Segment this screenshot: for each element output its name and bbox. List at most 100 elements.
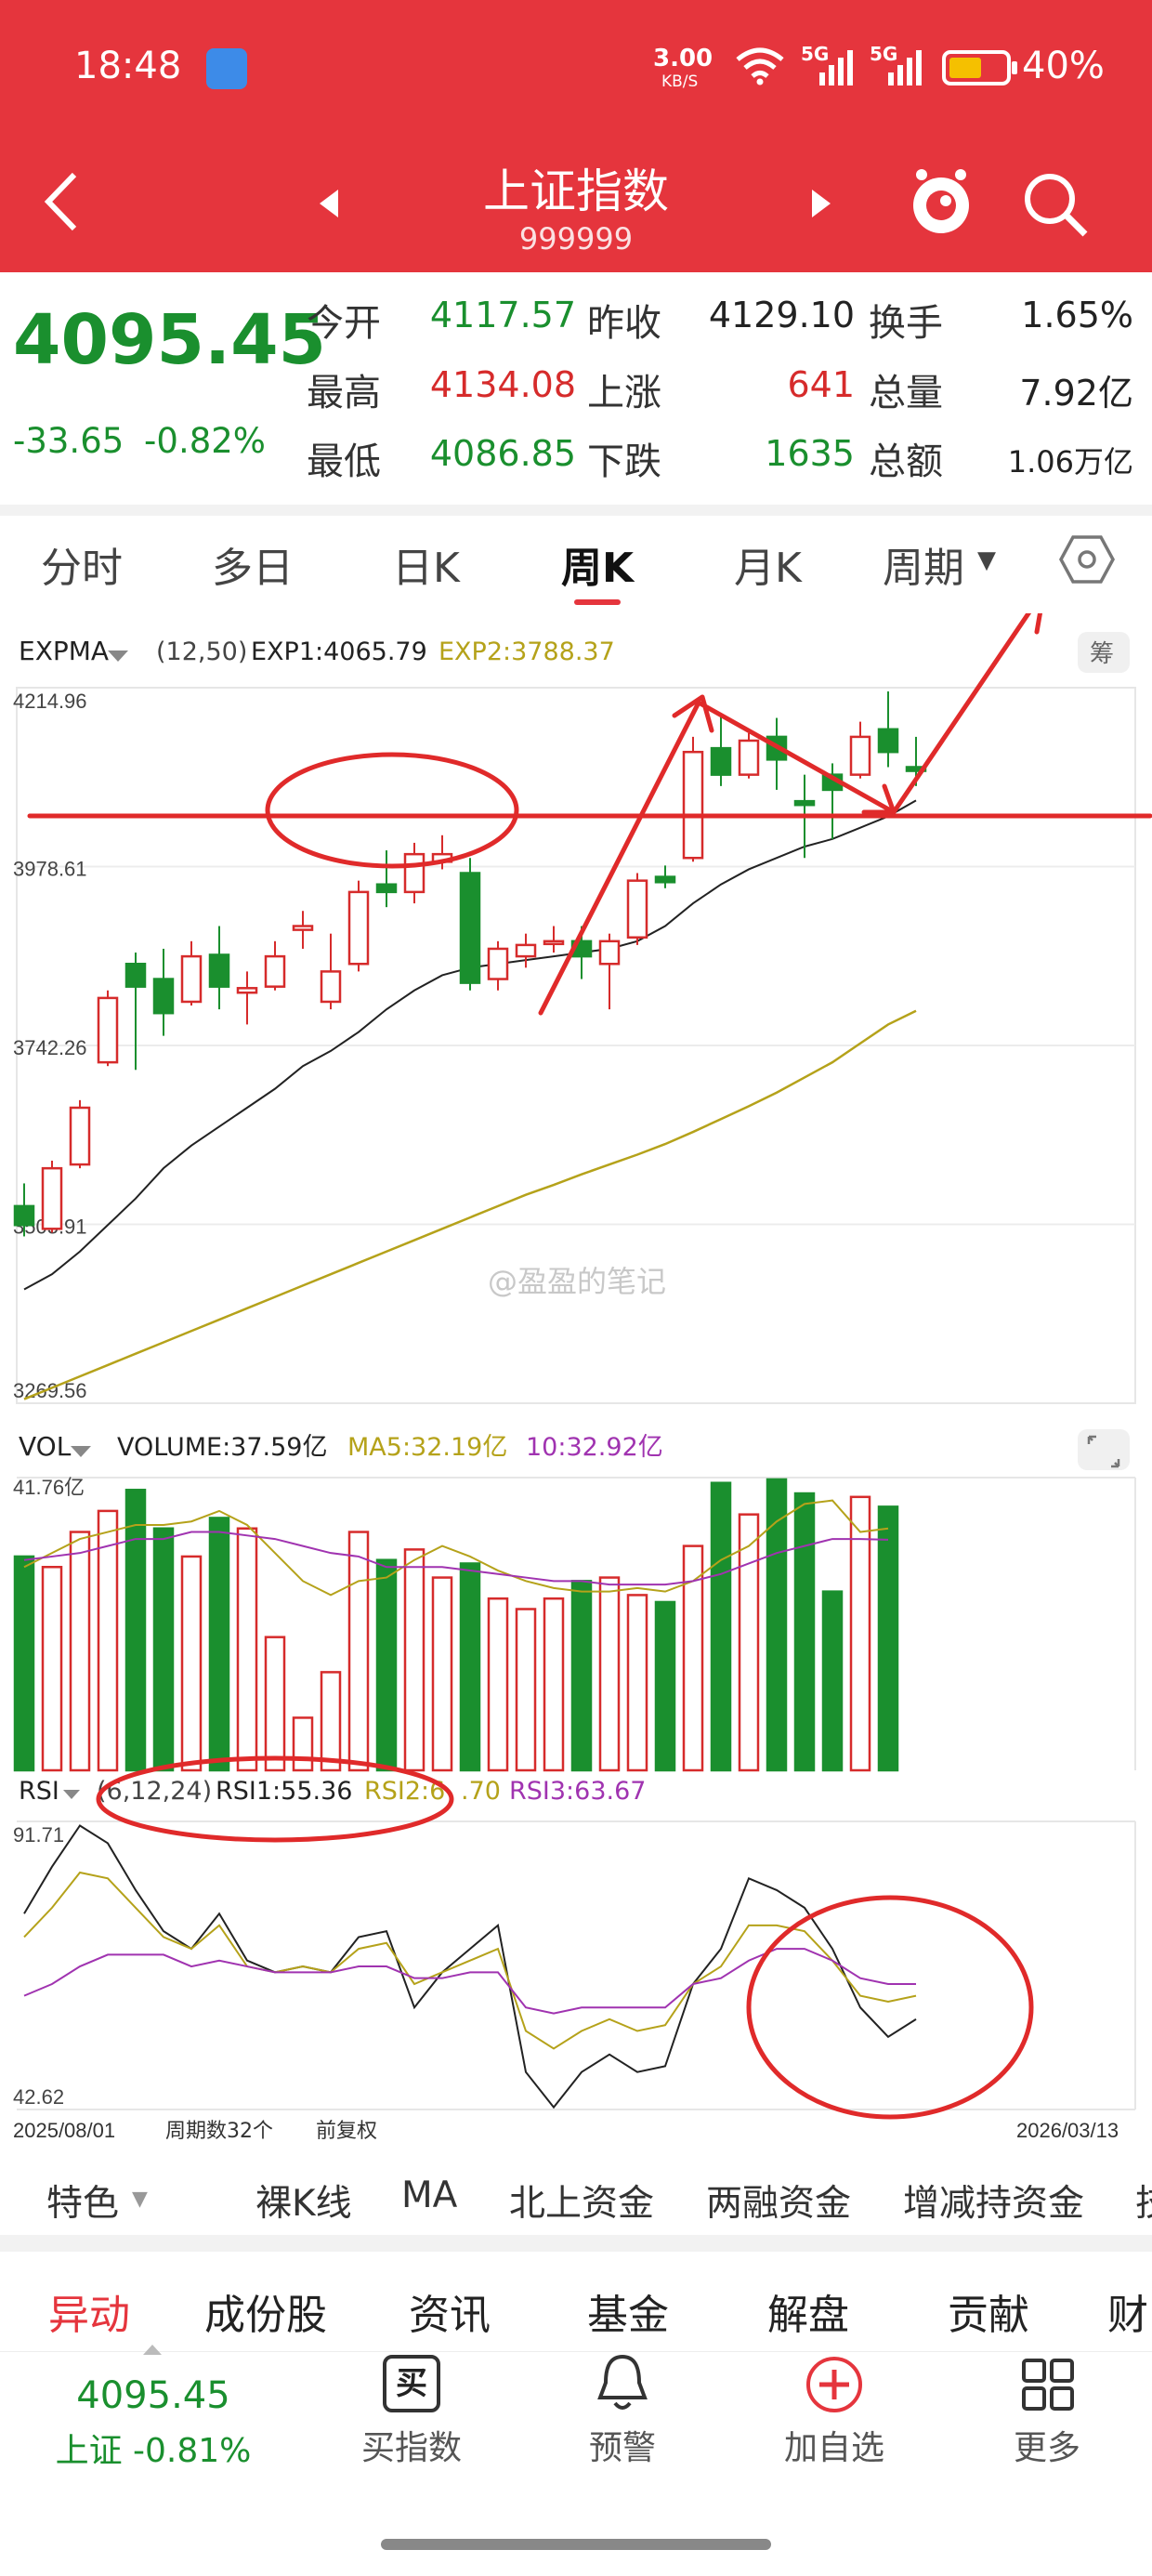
volume-bar (13, 1555, 35, 1772)
feature-dropdown-caret[interactable]: ▼ (132, 2188, 148, 2211)
expand-up-icon[interactable] (141, 2342, 164, 2357)
annotation-circle-rsi-divergence (746, 1895, 1034, 2120)
indicator-dropdown-icon[interactable] (71, 1446, 91, 1457)
tab-2[interactable]: 日K (392, 534, 460, 594)
candle-body (41, 1166, 63, 1230)
period-dropdown-caret[interactable]: ▼ (977, 546, 996, 574)
alert-button[interactable]: 预警 (530, 2421, 715, 2469)
feature-item-1[interactable]: 裸K线 (255, 2175, 352, 2227)
vol-indicator-name[interactable]: VOL (19, 1431, 72, 1462)
candle-body (264, 954, 286, 988)
rsi-line-1 (23, 1824, 917, 2109)
section-tab-0[interactable]: 异动 (48, 2281, 130, 2341)
expma-indicator-name[interactable]: EXPMA (19, 636, 109, 666)
feature-item-3[interactable]: 北上资金 (509, 2175, 654, 2227)
quote-value: 4134.08 (429, 364, 576, 405)
volume-bar (626, 1594, 648, 1772)
quote-label: 今开 (307, 302, 381, 345)
candle-body (459, 872, 481, 984)
section-tab-5[interactable]: 贡献 (948, 2281, 1029, 2341)
tab-5[interactable]: 周期 (883, 534, 964, 594)
candle-body (13, 1204, 35, 1227)
signal-icon-2 (888, 50, 922, 85)
chip-button-label[interactable]: 筹 (1090, 640, 1114, 668)
quote-value: 4129.10 (708, 295, 855, 335)
next-index-icon[interactable] (806, 188, 834, 219)
volume-bar (459, 1562, 481, 1772)
buy-index-button[interactable]: 买指数 (319, 2421, 504, 2469)
status-time: 18:48 (74, 45, 182, 87)
kline-chart[interactable]: 4214.963978.613742.263505.913269.56EXPMA… (0, 613, 1152, 2147)
more-button[interactable]: 更多 (954, 2421, 1140, 2469)
start-date: 2025/08/01 (13, 2119, 115, 2142)
candle-body (180, 954, 203, 1004)
quote-label: 昨收 (587, 302, 661, 345)
tab-0[interactable]: 分时 (41, 534, 123, 594)
volume-bar (152, 1527, 175, 1772)
quote-value: 7.92亿 (1019, 373, 1133, 414)
volume-bar (97, 1509, 119, 1772)
candle-body (849, 735, 871, 776)
candle-body (793, 799, 816, 807)
add-watchlist-icon[interactable] (805, 2355, 864, 2414)
home-indicator[interactable] (381, 2539, 771, 2550)
app-notification-icon (206, 48, 247, 89)
volume-bar (292, 1716, 314, 1772)
volume-bar (487, 1597, 509, 1772)
mascot-icon[interactable] (909, 164, 974, 238)
vol-ma10-value: 10:32.92亿 (526, 1433, 663, 1462)
search-icon[interactable] (1018, 167, 1093, 242)
vol-max-label: 41.76亿 (13, 1476, 85, 1499)
tab-1[interactable]: 多日 (212, 534, 294, 594)
volume-bar (41, 1566, 63, 1772)
volume-bar (766, 1478, 788, 1772)
index-code: 999999 (518, 221, 634, 256)
section-tab-6[interactable]: 财 (1107, 2281, 1148, 2341)
candle-body (598, 940, 621, 966)
volume-value: VOLUME:37.59亿 (117, 1433, 327, 1462)
bell-icon[interactable] (593, 2351, 652, 2416)
candle-body (487, 947, 509, 980)
feature-item-5[interactable]: 增减持资金 (903, 2175, 1084, 2227)
price-change: -33.65 -0.82% (13, 421, 266, 461)
rsi-indicator-name[interactable]: RSI (19, 1777, 59, 1806)
add-watchlist-button[interactable]: 加自选 (741, 2421, 927, 2469)
tab-3[interactable]: 周K (561, 534, 634, 594)
quote-label: 最低 (307, 440, 381, 483)
indicator-dropdown-icon[interactable] (108, 651, 128, 662)
section-tab-4[interactable]: 解盘 (767, 2281, 849, 2341)
feature-item-6[interactable]: 技 (1135, 2175, 1152, 2227)
quote-value: 1.06万亿 (1007, 444, 1133, 480)
quote-label: 总额 (869, 440, 943, 483)
status-bar: 18:48 3.00 KB/S 5G 5G 40% (0, 0, 1152, 139)
annotation-circle-top (265, 752, 519, 869)
candle-body (320, 970, 342, 1004)
indicator-dropdown-icon[interactable] (63, 1790, 80, 1799)
section-tab-3[interactable]: 基金 (587, 2281, 669, 2341)
candle-body (236, 987, 258, 994)
feature-item-0[interactable]: 特色 (46, 2175, 119, 2227)
tab-4[interactable]: 月K (734, 534, 802, 594)
more-grid-icon[interactable] (1018, 2355, 1078, 2414)
period-count: 周期数32个 (165, 2120, 273, 2143)
feature-item-2[interactable]: MA (401, 2175, 457, 2216)
rsi-min-label: 42.62 (13, 2085, 64, 2109)
volume-bar (821, 1590, 844, 1772)
buy-index-icon[interactable]: 买 (383, 2355, 440, 2412)
section-tab-2[interactable]: 资讯 (409, 2281, 491, 2341)
expand-button[interactable] (1078, 1429, 1130, 1470)
feature-item-4[interactable]: 两融资金 (706, 2175, 851, 2227)
net-speed: 3.00 (653, 45, 713, 72)
page-title: 上证指数 (483, 164, 669, 218)
section-tab-1[interactable]: 成份股 (204, 2281, 327, 2341)
signal-icon-1 (819, 50, 853, 85)
rsi3-value: RSI3:63.67 (509, 1777, 646, 1806)
candle-body (292, 925, 314, 931)
exp2-value: EXP2:3788.37 (439, 637, 615, 666)
settings-hexagon-icon[interactable] (1059, 532, 1115, 587)
battery-icon (942, 50, 1017, 85)
rsi-line-2 (23, 1871, 917, 2050)
quote-value: 1.65% (1021, 295, 1133, 335)
change-value: -33.65 (13, 421, 124, 461)
candle-body (375, 883, 398, 894)
